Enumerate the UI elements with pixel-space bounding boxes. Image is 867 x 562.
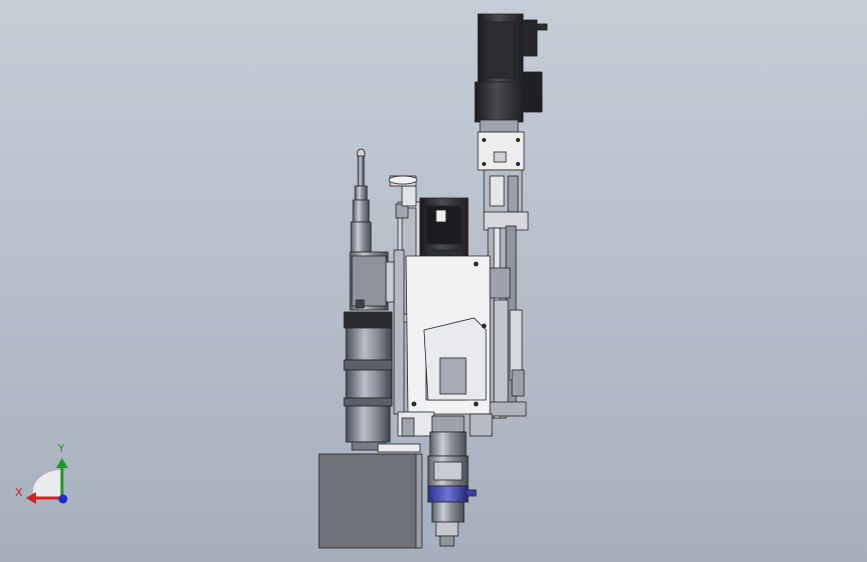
model-canvas[interactable] xyxy=(0,0,867,562)
grey-block[interactable] xyxy=(318,453,423,549)
camera-body[interactable] xyxy=(349,251,395,311)
z-axis-dot xyxy=(58,494,68,504)
triad-y-label: Y xyxy=(58,442,65,455)
graphics-viewport[interactable]: Y X xyxy=(0,0,867,562)
mounting-plate[interactable] xyxy=(393,249,491,415)
triad-x-label: X xyxy=(15,486,23,499)
camera-lens[interactable] xyxy=(343,311,393,451)
